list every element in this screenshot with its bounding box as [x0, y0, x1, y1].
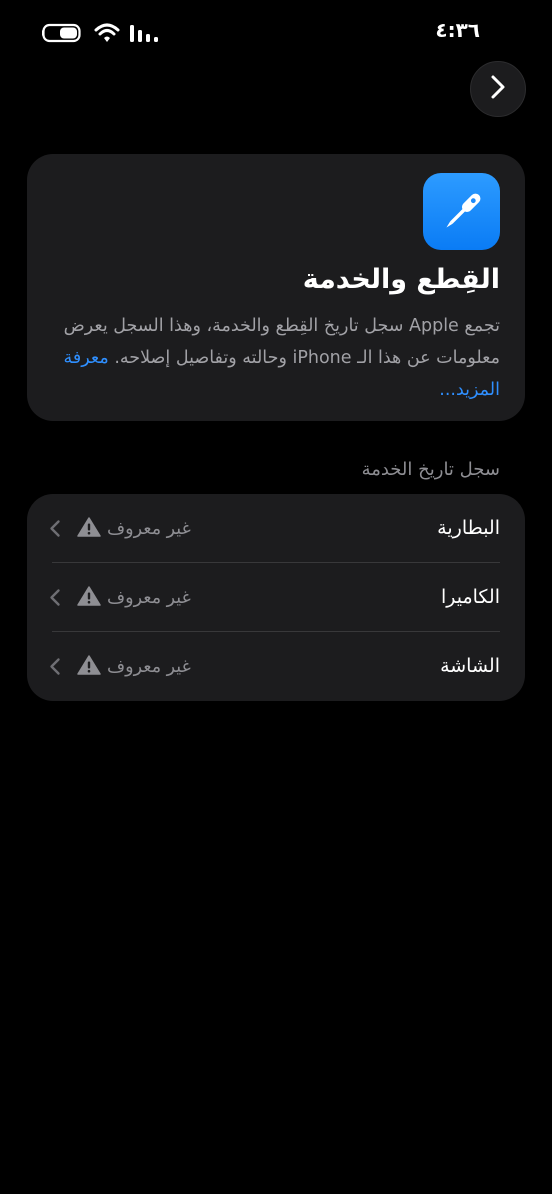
list-item-camera[interactable]: الكاميرا غير معروف: [27, 563, 525, 632]
info-title: القِطع والخدمة: [302, 264, 500, 295]
row-status: غير معروف: [77, 632, 191, 701]
status-bar: ٤:٣٦: [0, 0, 552, 60]
chevron-left-icon: [49, 657, 61, 676]
status-time: ٤:٣٦: [435, 18, 480, 42]
service-history-list: البطارية غير معروف الكاميرا غير معروف ال…: [27, 494, 525, 701]
status-icons: [42, 20, 158, 46]
chevron-left-icon: [49, 588, 61, 607]
row-status: غير معروف: [77, 563, 191, 632]
row-status: غير معروف: [77, 494, 191, 563]
parts-and-service-card: القِطع والخدمة تجمع Apple سجل تاريخ القِ…: [27, 154, 525, 421]
list-item-battery[interactable]: البطارية غير معروف: [27, 494, 525, 563]
list-item-display[interactable]: الشاشة غير معروف: [27, 632, 525, 701]
warning-icon: [77, 654, 101, 679]
row-status-text: غير معروف: [107, 656, 191, 677]
forward-button[interactable]: [470, 61, 526, 117]
row-status-text: غير معروف: [107, 518, 191, 539]
screwdriver-icon: [423, 173, 500, 250]
description-text: تجمع Apple سجل تاريخ القِطع والخدمة، وهذ…: [63, 316, 500, 368]
row-status-text: غير معروف: [107, 587, 191, 608]
wifi-icon: [94, 22, 120, 44]
row-label: البطارية: [437, 517, 500, 539]
cellular-signal-icon: [130, 22, 158, 44]
chevron-left-icon: [49, 519, 61, 538]
row-label: الشاشة: [440, 655, 500, 677]
section-header: سجل تاريخ الخدمة: [361, 459, 500, 480]
row-label: الكاميرا: [440, 586, 500, 608]
chevron-right-icon: [490, 74, 506, 104]
battery-icon: [42, 22, 84, 44]
warning-icon: [77, 516, 101, 541]
info-description: تجمع Apple سجل تاريخ القِطع والخدمة، وهذ…: [60, 310, 500, 406]
warning-icon: [77, 585, 101, 610]
